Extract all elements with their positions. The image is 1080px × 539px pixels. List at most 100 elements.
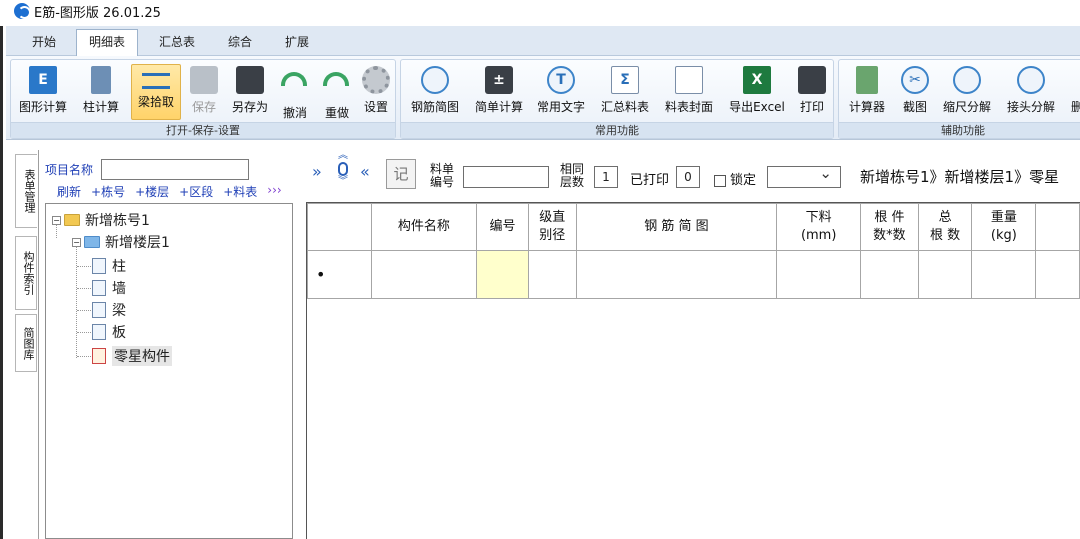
expand-right-icon[interactable]: » bbox=[312, 162, 322, 181]
cell-total-count[interactable] bbox=[917, 250, 973, 299]
collapse-toggle-icon[interactable]: − bbox=[72, 237, 81, 247]
header-count-by-pieces[interactable]: 根 件数*数 bbox=[860, 203, 919, 251]
header-number[interactable]: 编号 bbox=[476, 203, 529, 251]
header-total-count[interactable]: 总根 数 bbox=[917, 203, 973, 251]
header-rebar-sketch[interactable]: 钢 筋 简 图 bbox=[575, 203, 778, 251]
graphic-calc-button[interactable]: E 图形计算 bbox=[15, 64, 71, 120]
record-button[interactable]: 记 bbox=[386, 159, 416, 189]
joint-split-button[interactable]: 接头分解 bbox=[1001, 64, 1061, 120]
screenshot-button[interactable]: ✂ 截图 bbox=[895, 64, 935, 120]
delete-button[interactable]: 删 bbox=[1065, 64, 1080, 120]
expand-left-icon[interactable]: « bbox=[360, 162, 370, 181]
add-floor-link[interactable]: +楼层 bbox=[135, 183, 169, 200]
add-building-link[interactable]: +栋号 bbox=[91, 183, 125, 200]
header-component-name[interactable]: 构件名称 bbox=[370, 203, 478, 251]
more-links-button[interactable]: ››› bbox=[267, 183, 281, 200]
refresh-link[interactable]: 刷新 bbox=[57, 183, 81, 200]
gear-icon bbox=[362, 66, 390, 94]
project-name-row: 项目名称 bbox=[45, 159, 250, 180]
simple-calc-button[interactable]: ± 简单计算 bbox=[471, 64, 527, 120]
tree-connector bbox=[77, 266, 91, 267]
redo-button[interactable]: 重做 bbox=[317, 64, 357, 120]
table-row[interactable]: • bbox=[307, 250, 1080, 299]
scale-split-button[interactable]: 缩尺分解 bbox=[937, 64, 997, 120]
common-text-button[interactable]: T 常用文字 bbox=[533, 64, 589, 120]
export-excel-button[interactable]: X 导出Excel bbox=[725, 64, 789, 120]
tab-extend[interactable]: 扩展 bbox=[274, 30, 320, 56]
header-weight[interactable]: 重量 (kg) bbox=[971, 203, 1037, 251]
calculator-button[interactable]: 计算器 bbox=[843, 64, 891, 120]
undo-button[interactable]: 撤消 bbox=[275, 64, 315, 120]
print-button[interactable]: 打印 bbox=[793, 64, 831, 120]
printed-label: 已打印 bbox=[630, 173, 670, 188]
scale-split-icon bbox=[953, 66, 981, 94]
tree-node-column[interactable]: 柱 bbox=[92, 256, 126, 276]
tree-node-building[interactable]: − 新增栋号1 bbox=[52, 210, 150, 230]
microphone-icon bbox=[338, 162, 348, 176]
cell-weight[interactable] bbox=[971, 250, 1037, 299]
tree-connector bbox=[77, 288, 91, 289]
header-cut-length[interactable]: 下料 (mm) bbox=[776, 203, 862, 251]
printed-count-input[interactable]: 0 bbox=[676, 166, 700, 188]
same-floor-count-input[interactable]: 1 bbox=[594, 166, 618, 188]
undo-icon bbox=[281, 72, 309, 100]
ribbon-tab-bar: 开始 明细表 汇总表 综合 扩展 bbox=[6, 26, 1080, 57]
tree-node-slab[interactable]: 板 bbox=[92, 322, 126, 342]
save-icon bbox=[190, 66, 218, 94]
cell-component-name[interactable] bbox=[370, 250, 478, 299]
lock-checkbox-row[interactable]: 锁定 bbox=[714, 169, 756, 188]
sheet-no-input[interactable] bbox=[463, 166, 549, 188]
tab-summary-table[interactable]: 汇总表 bbox=[150, 30, 204, 56]
tree-node-beam[interactable]: 梁 bbox=[92, 300, 126, 320]
cell-cut-length[interactable] bbox=[776, 250, 862, 299]
cell-number[interactable] bbox=[476, 250, 529, 299]
vtab-form-management[interactable]: 表单管理 bbox=[15, 154, 37, 228]
beam-pick-button[interactable]: 梁拾取 bbox=[131, 64, 181, 120]
collapse-toggle-icon[interactable]: − bbox=[52, 215, 61, 225]
list-file-icon bbox=[92, 324, 106, 340]
project-tree: − 新增栋号1 − 新增楼层1 柱 墙 梁 板 零星构件 bbox=[45, 203, 293, 539]
tab-start[interactable]: 开始 bbox=[22, 30, 66, 56]
breadcrumb: 新增栋号1》新增楼层1》零星 bbox=[860, 168, 1060, 186]
vtab-sketch-library[interactable]: 简图库 bbox=[15, 314, 37, 372]
header-grade-diameter[interactable]: 级直 别径 bbox=[527, 203, 577, 251]
cell-extra[interactable] bbox=[1035, 250, 1080, 299]
cell-rebar-sketch[interactable] bbox=[575, 250, 778, 299]
tree-node-wall[interactable]: 墙 bbox=[92, 278, 126, 298]
tab-comprehensive[interactable]: 综合 bbox=[216, 30, 264, 56]
vertical-tab-strip: 表单管理 构件索引 简图库 bbox=[10, 150, 38, 539]
summary-list-button[interactable]: Σ 汇总料表 bbox=[597, 64, 653, 120]
tab-detail-table[interactable]: 明细表 bbox=[76, 29, 138, 57]
add-section-link[interactable]: +区段 bbox=[179, 183, 213, 200]
grid-header-row: 构件名称 编号 级直 别径 钢 筋 简 图 下料 (mm) 根 件数*数 总根 数 … bbox=[307, 203, 1080, 251]
excel-icon: X bbox=[743, 66, 771, 94]
tree-connector bbox=[77, 332, 91, 333]
column-calc-button[interactable]: 柱计算 bbox=[77, 64, 125, 120]
tree-connector bbox=[77, 356, 91, 357]
project-name-label: 项目名称 bbox=[45, 163, 94, 177]
save-as-button[interactable]: 另存为 bbox=[227, 64, 273, 120]
group-label-aux-functions: 辅助功能 bbox=[839, 122, 1080, 138]
tree-node-misc-components[interactable]: 零星构件 bbox=[92, 346, 172, 366]
save-button[interactable]: 保存 bbox=[183, 64, 225, 120]
redo-icon bbox=[323, 72, 351, 100]
folder-icon bbox=[84, 236, 100, 248]
header-extra bbox=[1035, 203, 1080, 251]
list-cover-button[interactable]: 料表封面 bbox=[661, 64, 717, 120]
option-select[interactable] bbox=[767, 164, 841, 188]
project-name-input[interactable] bbox=[101, 159, 250, 180]
cell-grade-diameter[interactable] bbox=[527, 250, 577, 299]
settings-button[interactable]: 设置 bbox=[357, 64, 395, 120]
voice-input-button[interactable]: ︽ ︾ bbox=[336, 151, 350, 198]
ribbon-group-aux-functions: 计算器 ✂ 截图 缩尺分解 接头分解 删 辅助功能 bbox=[838, 59, 1080, 139]
rebar-sketch-button[interactable]: 钢筋简图 bbox=[407, 64, 463, 120]
tree-connector bbox=[76, 246, 77, 358]
lock-checkbox[interactable] bbox=[714, 174, 726, 187]
graphic-calc-icon: E bbox=[29, 66, 57, 94]
folder-icon bbox=[64, 214, 80, 226]
add-list-link[interactable]: +料表 bbox=[223, 183, 257, 200]
vtab-component-index[interactable]: 构件索引 bbox=[15, 236, 37, 310]
scissors-icon: ✂ bbox=[901, 66, 929, 94]
tree-node-floor[interactable]: − 新增楼层1 bbox=[72, 232, 170, 252]
cell-count-by-pieces[interactable] bbox=[860, 250, 919, 299]
